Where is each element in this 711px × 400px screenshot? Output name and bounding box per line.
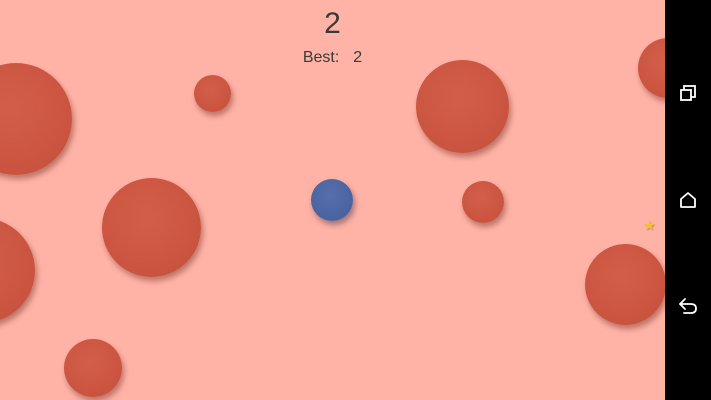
recent-apps-icon [680,85,696,101]
obstacle-ball [0,63,72,175]
star-pickup: ★ [643,217,656,233]
android-navigation-bar [665,0,711,400]
home-icon [680,192,696,208]
back-button[interactable] [665,286,711,326]
best-label: Best: [302,49,340,66]
recent-apps-button[interactable] [665,73,711,113]
obstacle-ball [585,244,665,325]
best-score: Best: 2 [0,48,665,68]
score-display: 2 [324,7,341,40]
back-icon [679,298,697,314]
obstacle-ball [416,60,509,153]
obstacle-ball [102,178,201,277]
best-value: 2 [353,49,363,66]
home-button[interactable] [665,180,711,220]
obstacle-ball [194,75,231,112]
player-ball[interactable] [311,179,353,221]
obstacle-ball [0,218,35,323]
game-area[interactable]: 2 Best: 2 ★ [0,0,665,400]
obstacle-ball [638,38,665,98]
obstacle-ball [462,181,504,223]
obstacle-ball [64,339,122,397]
